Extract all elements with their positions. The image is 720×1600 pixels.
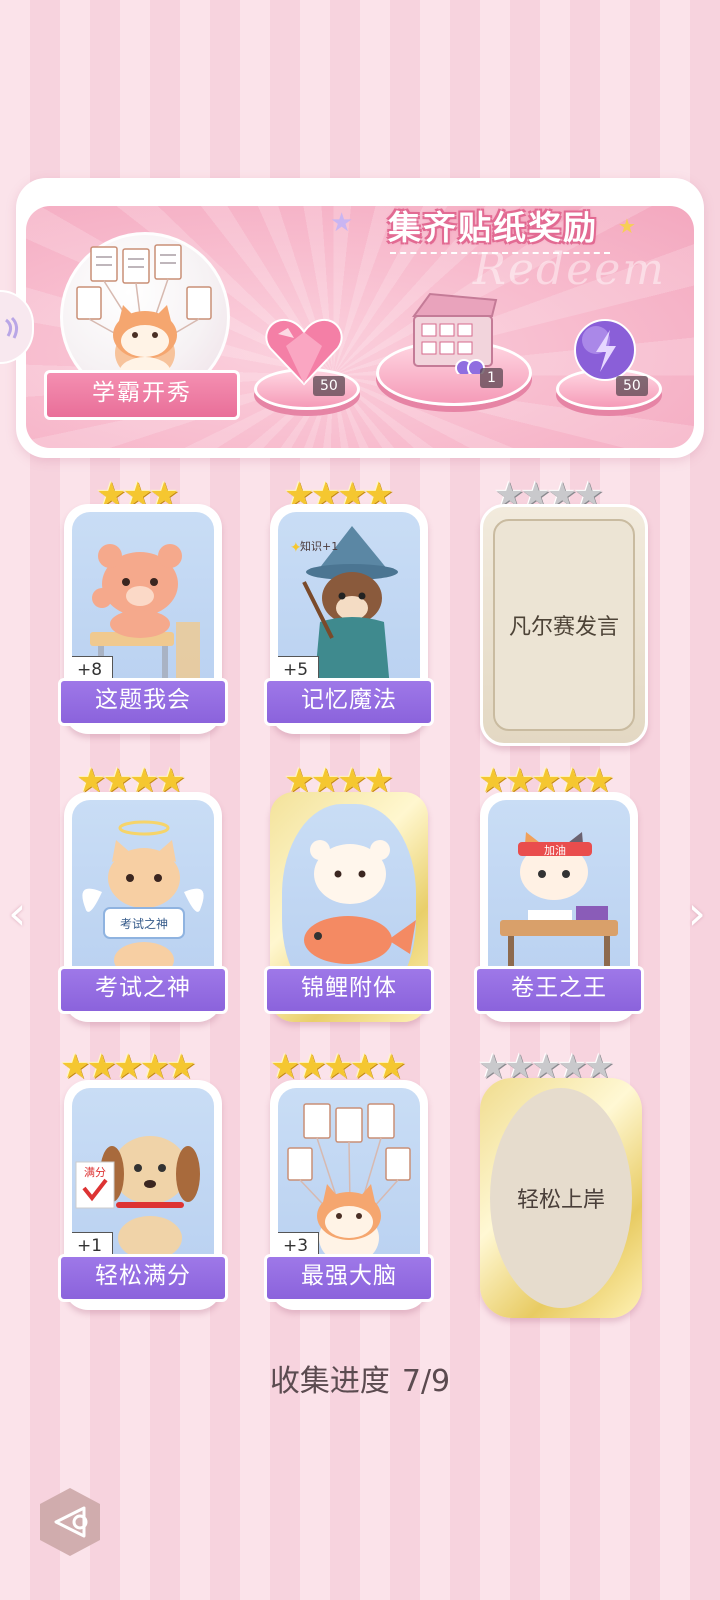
sticker-label: 最强大脑 — [264, 1254, 434, 1302]
sticker-card-9-locked[interactable]: 轻松上岸 — [480, 1078, 642, 1318]
back-button[interactable] — [34, 1486, 106, 1558]
side-tab-handle[interactable] — [0, 290, 34, 364]
next-page-arrow-icon[interactable]: › — [688, 886, 706, 940]
sticker-card-3-locked[interactable]: 凡尔赛发言 — [480, 504, 648, 746]
locked-sticker-name: 轻松上岸 — [516, 1188, 605, 1213]
star-decoration-icon: ★ — [618, 214, 636, 238]
sticker-label: 记忆魔法 — [264, 678, 434, 726]
star-filled-icon: ★ — [375, 1047, 407, 1087]
sticker-label: 卷王之王 — [474, 966, 644, 1014]
sticker-label: 锦鲤附体 — [264, 966, 434, 1014]
sticker-card-7[interactable]: 满分 +1 轻松满分 — [58, 1080, 228, 1310]
sticker-card-5[interactable]: 锦鲤附体 — [264, 792, 434, 1022]
back-icon — [40, 1488, 100, 1556]
sticker-label: 轻松满分 — [58, 1254, 228, 1302]
sticker-label: 这题我会 — [58, 678, 228, 726]
sticker-card-2[interactable]: ✦ 知识+1 +5 记忆魔法 — [264, 504, 434, 734]
gift-box-icon[interactable] — [406, 290, 502, 378]
sticker-card-1[interactable]: +8 这题我会 — [58, 504, 228, 734]
sticker-card-8[interactable]: +3 最强大脑 — [264, 1080, 434, 1310]
star-filled-icon: ★ — [165, 1047, 197, 1087]
progress-label: 收集进度 — [269, 1364, 390, 1399]
progress-value: 7/9 — [401, 1364, 451, 1399]
svg-text:考试之神: 考试之神 — [120, 916, 168, 931]
sticker-label: 考试之神 — [58, 966, 228, 1014]
sticker-card-6[interactable]: 加油 卷王之王 — [474, 792, 644, 1022]
sticker-card-4[interactable]: 考试之神 考试之神 — [58, 792, 228, 1022]
reward-count: 50 — [616, 376, 648, 396]
svg-text:知识+1: 知识+1 — [300, 539, 338, 553]
collection-progress: 收集进度 7/9 — [0, 1356, 720, 1400]
star-rating: ★ ★ ★ ★ ★ — [60, 1047, 197, 1087]
reward-count: 50 — [313, 376, 345, 396]
banner-title: 集齐贴纸奖励 — [388, 208, 598, 247]
reward-count: 1 — [480, 368, 503, 388]
featured-sticker-label: 学霸开秀 — [44, 370, 240, 420]
star-decoration-icon: ★ — [330, 208, 354, 238]
svg-text:满分: 满分 — [84, 1166, 106, 1179]
svg-text:加油: 加油 — [544, 843, 566, 857]
locked-sticker-name: 凡尔赛发言 — [508, 615, 619, 640]
prev-page-arrow-icon[interactable]: ‹ — [8, 886, 26, 940]
star-rating: ★ ★ ★ ★ ★ — [270, 1047, 407, 1087]
